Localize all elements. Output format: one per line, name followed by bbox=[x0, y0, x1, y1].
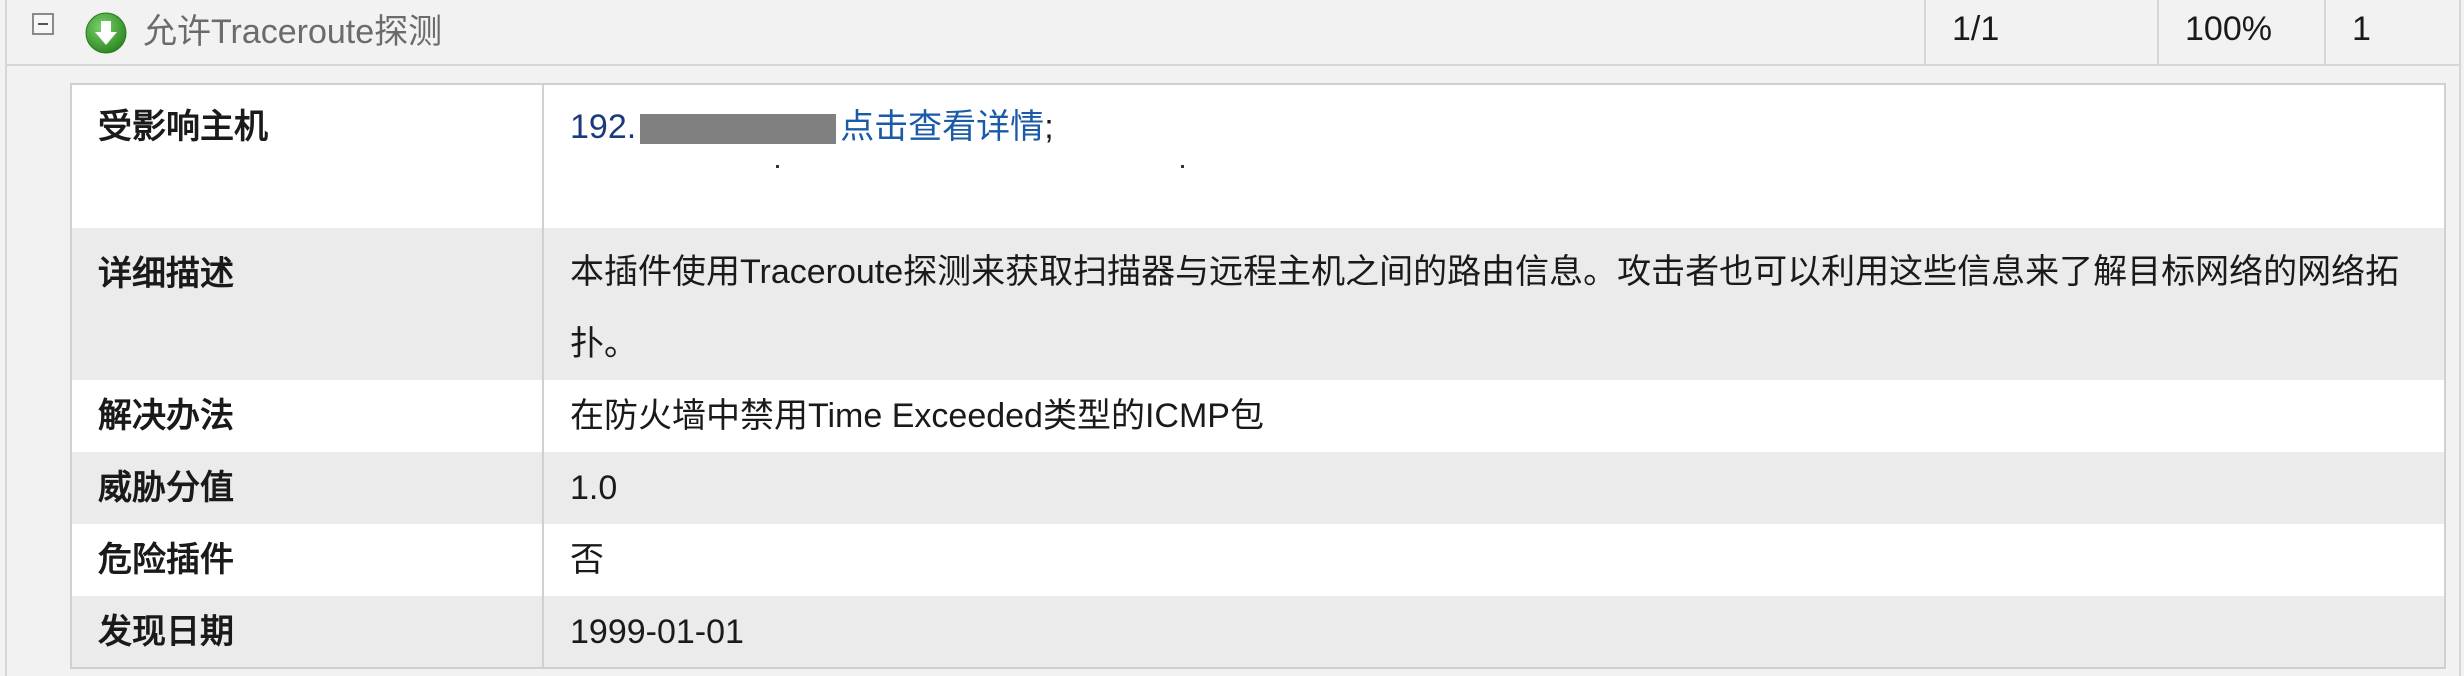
download-arrow-icon bbox=[85, 12, 127, 54]
redacted-ip-block bbox=[640, 114, 837, 145]
table-row: 威胁分值 1.0 bbox=[71, 452, 2445, 524]
field-label: 威胁分值 bbox=[71, 452, 544, 524]
affected-count: 1 bbox=[2324, 0, 2461, 64]
table-row: 发现日期 1999-01-01 bbox=[71, 596, 2445, 668]
separator: ; bbox=[1044, 108, 1054, 146]
collapse-toggle-icon[interactable] bbox=[32, 13, 54, 35]
table-row: 危险插件 否 bbox=[71, 524, 2445, 596]
dot-mark bbox=[1181, 165, 1184, 168]
description-value: 本插件使用Traceroute探测来获取扫描器与远程主机之间的路由信息。攻击者也… bbox=[543, 228, 2445, 380]
threat-score-value: 1.0 bbox=[543, 452, 2445, 524]
affected-percent: 100% bbox=[2157, 0, 2324, 64]
vulnerability-header-row[interactable]: 允许Traceroute探测 1/1 100% 1 bbox=[7, 0, 2459, 66]
field-label: 受影响主机 bbox=[71, 84, 544, 228]
field-label: 解决办法 bbox=[71, 380, 544, 452]
affected-ratio: 1/1 bbox=[1924, 0, 2157, 64]
view-details-link[interactable]: 点击查看详情 bbox=[840, 108, 1044, 146]
solution-value: 在防火墙中禁用Time Exceeded类型的ICMP包 bbox=[543, 380, 2445, 452]
discovery-date-value: 1999-01-01 bbox=[543, 596, 2445, 668]
table-row: 解决办法 在防火墙中禁用Time Exceeded类型的ICMP包 bbox=[71, 380, 2445, 452]
redacted-dots bbox=[570, 151, 2418, 191]
description-text: 本插件使用Traceroute探测来获取扫描器与远程主机之间的路由信息。攻击者也… bbox=[570, 253, 2400, 363]
affected-hosts-value: 192. 点击查看详情; bbox=[543, 84, 2445, 228]
vulnerability-detail-table: 受影响主机 192. 点击查看详情; 详细描述 本插件使用Traceroute探测… bbox=[70, 83, 2446, 669]
dot-mark bbox=[776, 165, 779, 168]
vulnerability-panel: 允许Traceroute探测 1/1 100% 1 受影响主机 192. 点击查看… bbox=[5, 0, 2461, 676]
table-row: 详细描述 本插件使用Traceroute探测来获取扫描器与远程主机之间的路由信息… bbox=[71, 228, 2445, 380]
field-label: 发现日期 bbox=[71, 596, 544, 668]
field-label: 详细描述 bbox=[71, 228, 544, 380]
table-row: 受影响主机 192. 点击查看详情; bbox=[71, 84, 2445, 228]
host-ip: 192. bbox=[570, 108, 637, 146]
plugin-name[interactable]: 允许Traceroute探测 bbox=[143, 10, 442, 54]
dangerous-plugin-value: 否 bbox=[543, 524, 2445, 596]
field-label: 危险插件 bbox=[71, 524, 544, 596]
